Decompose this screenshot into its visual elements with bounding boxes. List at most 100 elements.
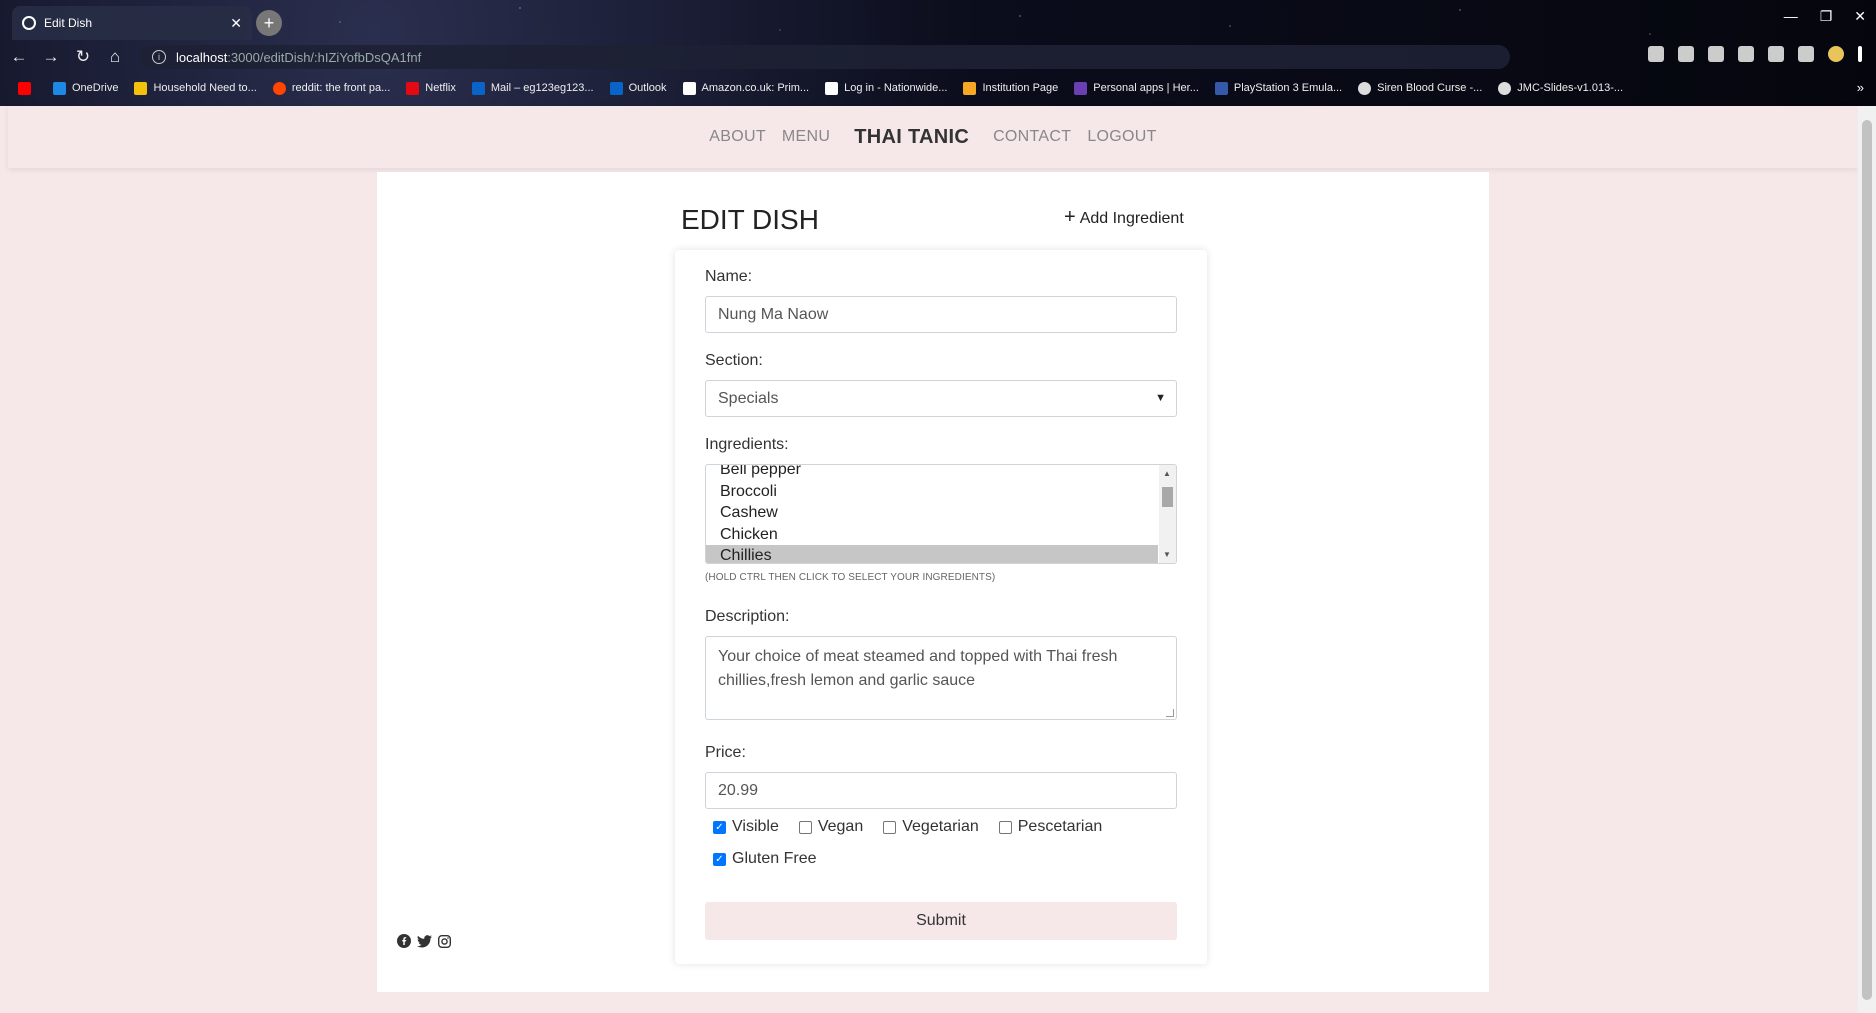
bookmarks-bar: OneDrive Household Need to... reddit: th…: [0, 76, 1876, 100]
nav-contact[interactable]: CONTACT: [993, 128, 1071, 146]
bookmark-icon: [609, 81, 623, 95]
toolbar: ← → ↻ ⌂ i localhost :3000/editDish/:hIZi…: [0, 42, 1876, 72]
extensions-area: [1648, 46, 1862, 62]
page-scrollbar[interactable]: [1858, 106, 1876, 1013]
main-content: EDIT DISH + Add Ingredient Name: Nung Ma …: [377, 172, 1489, 992]
ingredients-label: Ingredients:: [705, 436, 789, 453]
window-close-icon[interactable]: ✕: [1854, 8, 1866, 25]
price-label: Price:: [705, 744, 746, 761]
section-select[interactable]: Specials ▼: [705, 380, 1177, 417]
scroll-up-icon[interactable]: ▲: [1163, 469, 1171, 478]
back-icon[interactable]: ←: [6, 47, 32, 67]
bookmark-icon: [1074, 81, 1088, 95]
instagram-icon[interactable]: [438, 934, 451, 948]
section-value: Specials: [718, 389, 779, 407]
scroll-down-icon[interactable]: ▼: [1163, 550, 1171, 559]
bookmarks-overflow[interactable]: »: [1857, 80, 1864, 95]
page-title: EDIT DISH: [681, 204, 819, 235]
bookmark-item[interactable]: Amazon.co.uk: Prim...: [682, 81, 809, 95]
site-info-icon[interactable]: i: [152, 50, 166, 64]
bookmark-star-icon[interactable]: [1678, 46, 1694, 62]
scroll-thumb[interactable]: [1162, 487, 1173, 507]
share-icon[interactable]: [1648, 46, 1664, 62]
minimize-icon[interactable]: —: [1784, 8, 1798, 25]
bookmark-item[interactable]: Household Need to...: [134, 81, 257, 95]
url-host: localhost: [176, 49, 228, 65]
tab-close-icon[interactable]: ✕: [230, 15, 242, 32]
nav-brand[interactable]: THAI TANIC: [854, 126, 969, 149]
add-ingredient-label: Add Ingredient: [1079, 210, 1184, 227]
restore-icon[interactable]: ❐: [1820, 8, 1833, 25]
bookmark-item[interactable]: Outlook: [609, 81, 667, 95]
resize-grip-icon[interactable]: [1166, 709, 1174, 717]
bookmark-item[interactable]: Mail – eg123eg123...: [471, 81, 594, 95]
edit-dish-form: Name: Nung Ma Naow Section: Specials ▼ I…: [675, 250, 1207, 964]
social-links: [397, 934, 451, 948]
tab-favicon-icon: [22, 16, 36, 30]
site-nav: ABOUT MENU THAI TANIC CONTACT LOGOUT: [8, 106, 1858, 168]
dietary-checkboxes-row2: ✓ Gluten Free: [713, 850, 816, 868]
ingredient-option[interactable]: Bell pepper: [706, 465, 1158, 481]
bookmark-item[interactable]: PlayStation 3 Emula...: [1214, 81, 1342, 95]
visible-checkbox[interactable]: ✓ Visible: [713, 818, 779, 836]
bookmark-item[interactable]: Log in - Nationwide...: [825, 81, 947, 95]
bookmark-icon: [272, 81, 286, 95]
facebook-icon[interactable]: [397, 934, 411, 948]
bookmark-item[interactable]: OneDrive: [53, 81, 118, 95]
nav-logout[interactable]: LOGOUT: [1087, 128, 1156, 146]
forward-icon[interactable]: →: [38, 47, 64, 67]
bookmark-icon: [406, 81, 420, 95]
ingredient-option[interactable]: Broccoli: [706, 481, 1158, 503]
bookmark-item[interactable]: Siren Blood Curse -...: [1358, 81, 1482, 95]
bookmark-item[interactable]: reddit: the front pa...: [272, 81, 390, 95]
bookmark-item[interactable]: Institution Page: [963, 81, 1058, 95]
name-input[interactable]: Nung Ma Naow: [705, 296, 1177, 333]
extension-icon[interactable]: [1738, 46, 1754, 62]
address-bar[interactable]: i localhost :3000/editDish/:hIZiYofbDsQA…: [140, 45, 1510, 69]
bookmark-item[interactable]: JMC-Slides-v1.013-...: [1498, 81, 1623, 95]
ingredient-option-selected[interactable]: Chillies: [706, 545, 1158, 563]
ingredients-multiselect[interactable]: Bell pepper Broccoli Cashew Chicken Chil…: [705, 464, 1177, 564]
bookmark-icon: [53, 81, 66, 95]
page: ABOUT MENU THAI TANIC CONTACT LOGOUT EDI…: [8, 106, 1858, 1013]
description-textarea[interactable]: Your choice of meat steamed and topped w…: [705, 636, 1177, 720]
browser-tab[interactable]: Edit Dish ✕: [12, 6, 252, 40]
submit-button[interactable]: Submit: [705, 902, 1177, 940]
nav-about[interactable]: ABOUT: [709, 128, 766, 146]
ingredients-scrollbar[interactable]: ▲ ▼: [1159, 465, 1176, 563]
vegetarian-checkbox[interactable]: Vegetarian: [883, 818, 979, 836]
extension-icon[interactable]: [1708, 46, 1724, 62]
price-input[interactable]: 20.99: [705, 772, 1177, 809]
bookmark-item[interactable]: Netflix: [406, 81, 456, 95]
browser-chrome: Edit Dish ✕ + — ❐ ✕ ← → ↻ ⌂ i localhost …: [0, 0, 1876, 106]
bookmark-icon: [825, 81, 839, 95]
ingredient-option[interactable]: Cashew: [706, 502, 1158, 524]
bookmark-item[interactable]: Personal apps | Her...: [1074, 81, 1199, 95]
bookmark-icon: [471, 81, 485, 95]
ingredient-option[interactable]: Chicken: [706, 524, 1158, 546]
pescetarian-checkbox[interactable]: Pescetarian: [998, 818, 1102, 836]
tab-title: Edit Dish: [44, 16, 93, 30]
home-icon[interactable]: ⌂: [102, 47, 128, 67]
globe-icon: [1358, 81, 1372, 95]
nav-menu[interactable]: MENU: [782, 128, 830, 146]
profile-avatar[interactable]: [1828, 46, 1844, 62]
name-label: Name:: [705, 268, 753, 285]
checkbox-checked-icon: ✓: [713, 852, 726, 866]
dietary-checkboxes: ✓ Visible Vegan Vegetarian Pescetarian: [713, 818, 1102, 836]
chevron-down-icon: ▼: [1155, 392, 1166, 404]
add-ingredient-button[interactable]: + Add Ingredient: [1064, 206, 1184, 229]
section-label: Section:: [705, 352, 763, 369]
gluten-free-checkbox[interactable]: ✓ Gluten Free: [713, 850, 816, 868]
reload-icon[interactable]: ↻: [70, 47, 96, 67]
puzzle-icon[interactable]: [1798, 46, 1814, 62]
new-tab-button[interactable]: +: [256, 10, 282, 36]
page-scroll-thumb[interactable]: [1862, 120, 1872, 1000]
vegan-checkbox[interactable]: Vegan: [798, 818, 863, 836]
extension-icon[interactable]: [1768, 46, 1784, 62]
ingredients-hint: (HOLD CTRL THEN CLICK TO SELECT YOUR ING…: [705, 572, 996, 583]
menu-kebab-icon[interactable]: [1858, 46, 1862, 62]
twitter-icon[interactable]: [417, 934, 432, 948]
checkbox-checked-icon: ✓: [713, 820, 726, 834]
bookmark-youtube[interactable]: [18, 81, 37, 95]
